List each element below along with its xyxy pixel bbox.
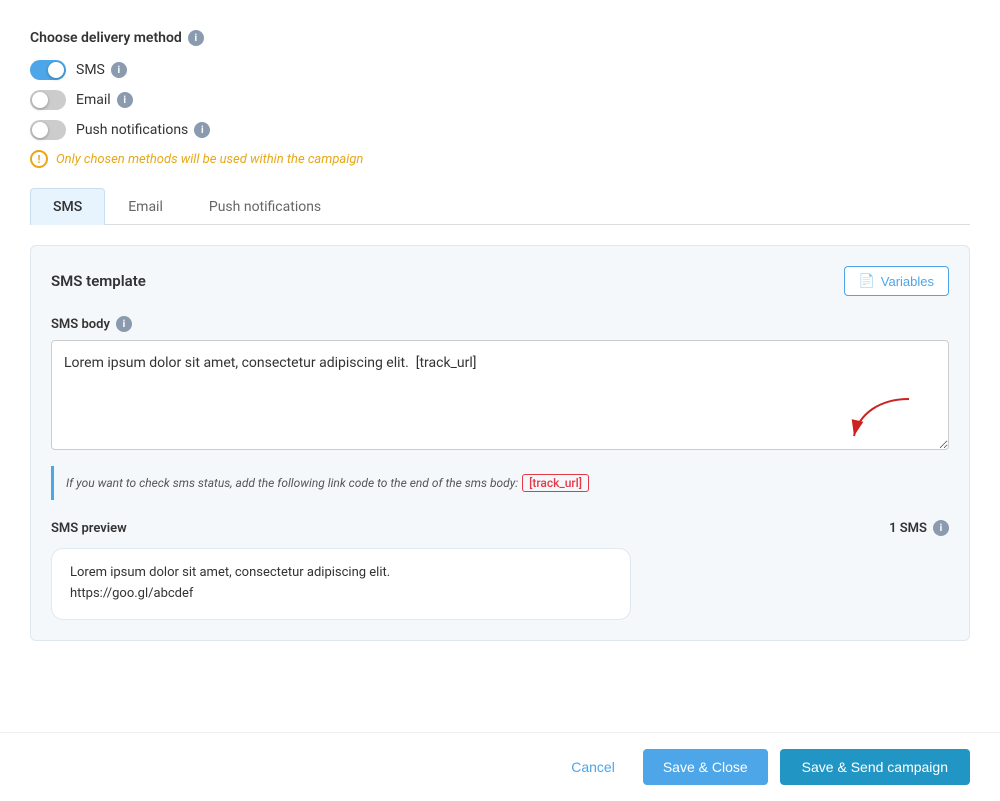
push-toggle[interactable] bbox=[30, 120, 66, 140]
push-info-icon[interactable]: i bbox=[194, 122, 210, 138]
warning-note: ! Only chosen methods will be used withi… bbox=[30, 150, 970, 168]
sms-toggle[interactable] bbox=[30, 60, 66, 80]
tab-sms[interactable]: SMS bbox=[30, 188, 105, 225]
preview-title: SMS preview bbox=[51, 521, 127, 536]
delivery-method-info-icon[interactable]: i bbox=[188, 30, 204, 46]
email-toggle[interactable] bbox=[30, 90, 66, 110]
sms-body-textarea[interactable]: Lorem ipsum dolor sit amet, consectetur … bbox=[51, 340, 949, 450]
email-toggle-row: Email i bbox=[30, 90, 970, 110]
track-url-hint: If you want to check sms status, add the… bbox=[51, 466, 949, 500]
email-toggle-label: Email i bbox=[76, 92, 133, 108]
sms-body-info-icon[interactable]: i bbox=[116, 316, 132, 332]
variables-button[interactable]: 📄 Variables bbox=[844, 266, 949, 296]
sms-toggle-label: SMS i bbox=[76, 62, 127, 78]
sms-body-container: Lorem ipsum dolor sit amet, consectetur … bbox=[51, 340, 949, 454]
push-toggle-label: Push notifications i bbox=[76, 122, 210, 138]
delivery-method-section: Choose delivery method i SMS i bbox=[30, 30, 970, 168]
footer-bar: Cancel Save & Close Save & Send campaign bbox=[0, 732, 1000, 801]
sms-count: 1 SMS i bbox=[889, 520, 949, 536]
track-url-link[interactable]: [track_url] bbox=[522, 474, 589, 492]
section-title: Choose delivery method i bbox=[30, 30, 970, 46]
sms-info-icon[interactable]: i bbox=[111, 62, 127, 78]
preview-header: SMS preview 1 SMS i bbox=[51, 520, 949, 536]
card-title: SMS template bbox=[51, 272, 146, 290]
warning-icon: ! bbox=[30, 150, 48, 168]
cancel-button[interactable]: Cancel bbox=[555, 751, 631, 783]
push-toggle-row: Push notifications i bbox=[30, 120, 970, 140]
preview-bubble: Lorem ipsum dolor sit amet, consectetur … bbox=[51, 548, 631, 620]
sms-template-card: SMS template 📄 Variables SMS body i Lore… bbox=[30, 245, 970, 641]
sms-toggle-row: SMS i bbox=[30, 60, 970, 80]
tab-email[interactable]: Email bbox=[105, 188, 186, 225]
card-header: SMS template 📄 Variables bbox=[51, 266, 949, 296]
tab-push-notifications[interactable]: Push notifications bbox=[186, 188, 344, 225]
save-close-button[interactable]: Save & Close bbox=[643, 749, 768, 785]
tabs-container: SMS Email Push notifications bbox=[30, 188, 970, 225]
sms-body-label: SMS body i bbox=[51, 316, 949, 332]
save-send-button[interactable]: Save & Send campaign bbox=[780, 749, 970, 785]
sms-count-info-icon[interactable]: i bbox=[933, 520, 949, 536]
email-info-icon[interactable]: i bbox=[117, 92, 133, 108]
variables-icon: 📄 bbox=[859, 273, 875, 289]
